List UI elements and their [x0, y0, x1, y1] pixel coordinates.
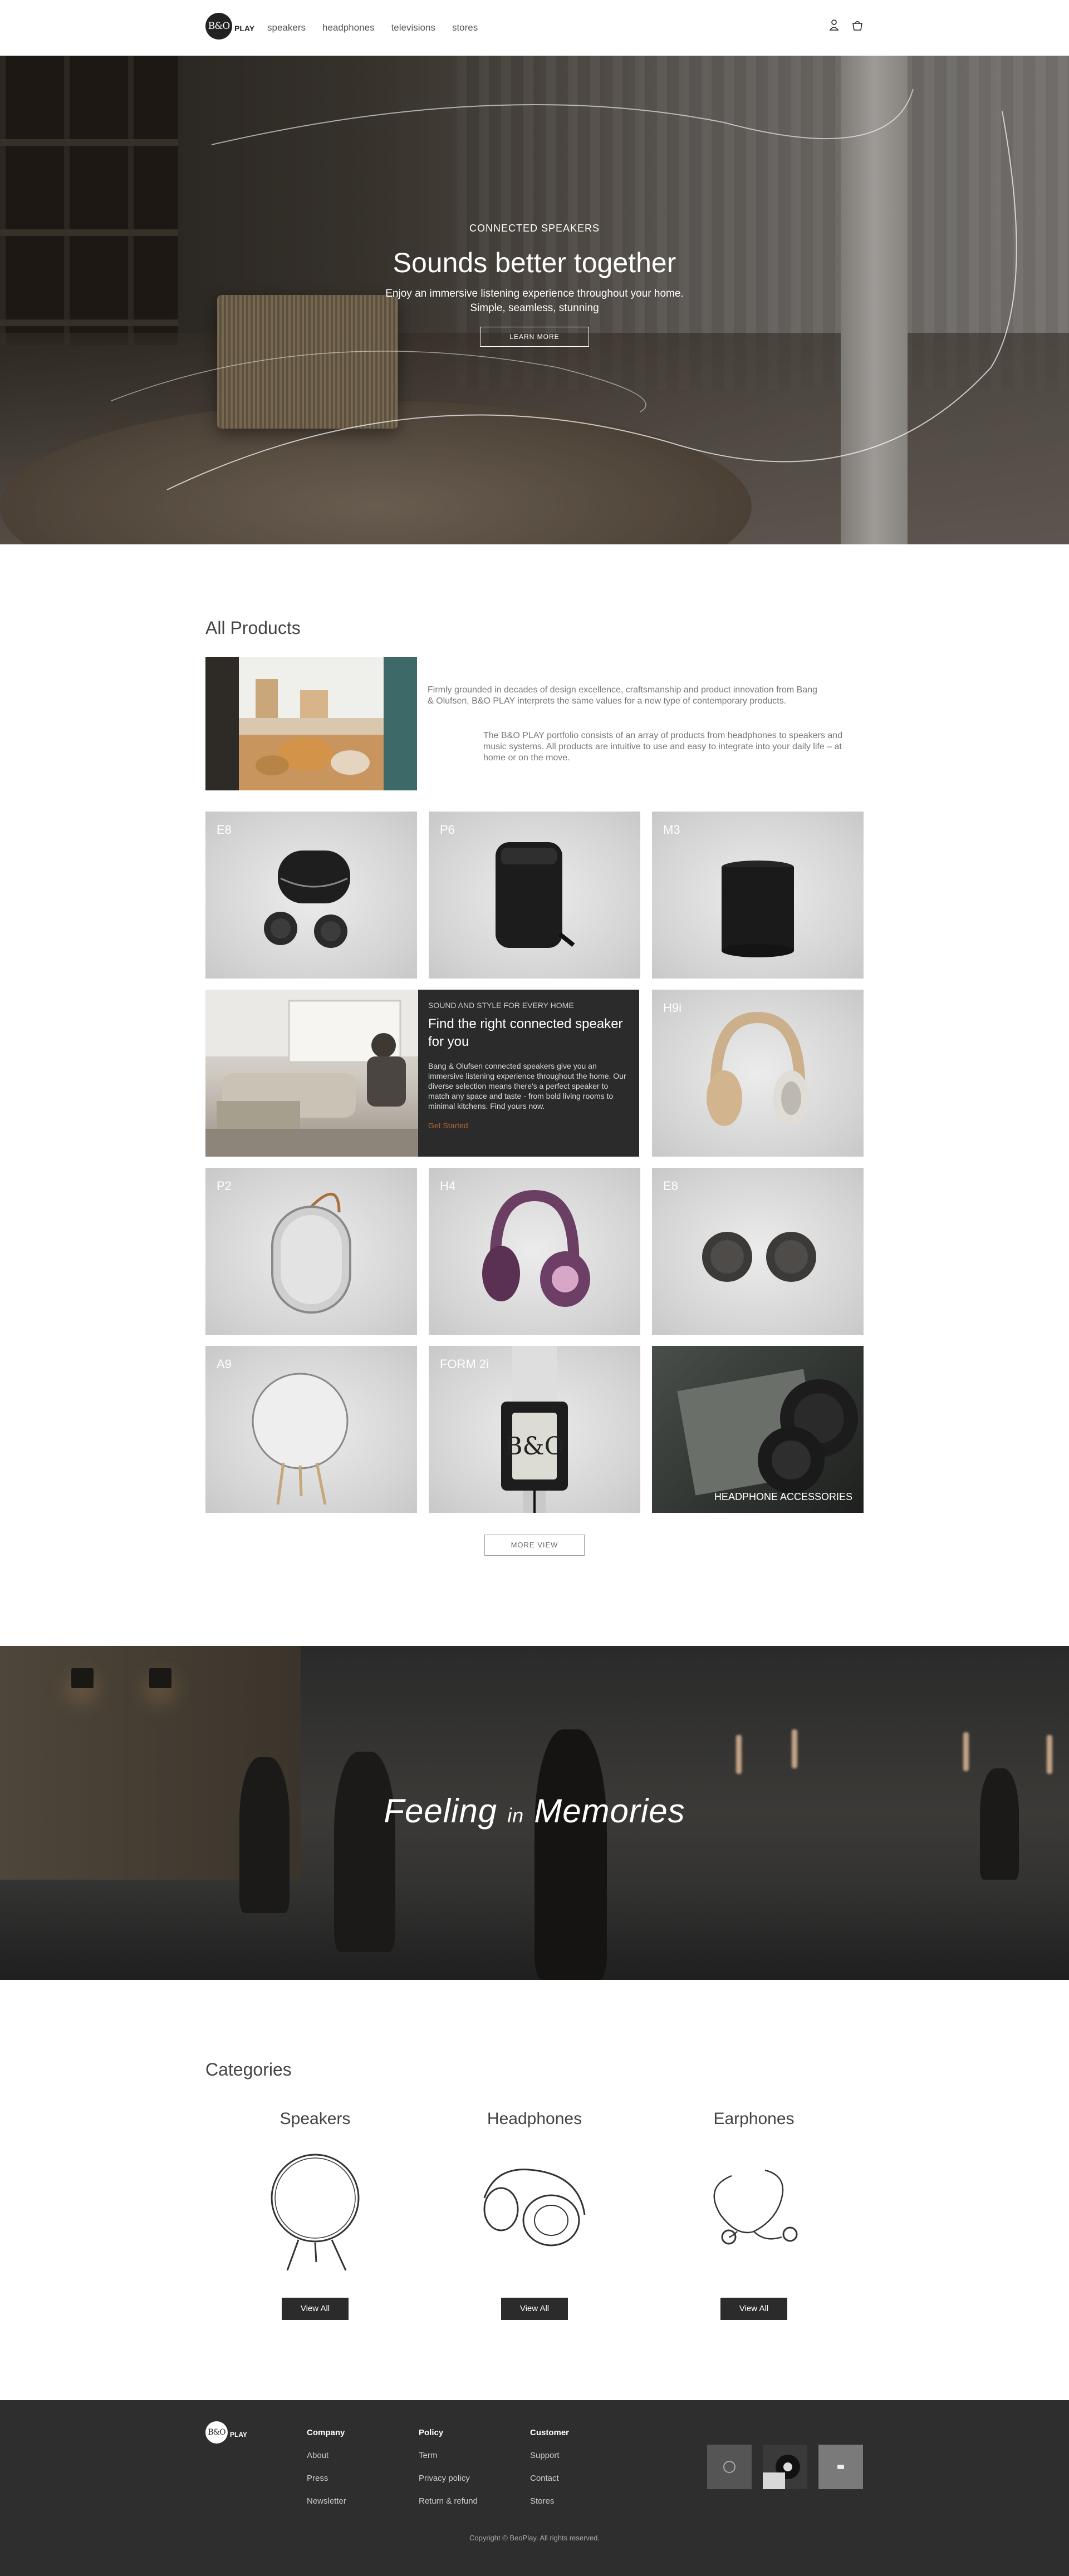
footer-heading: Company [307, 2428, 345, 2437]
speaker-outline-icon [209, 2140, 421, 2279]
category-name: Speakers [279, 2110, 351, 2128]
footer-link-press[interactable]: Press [307, 2474, 346, 2483]
feeling-banner: Feeling in Memories [0, 1646, 1069, 1980]
more-view-button[interactable]: MORE VIEW [484, 1535, 585, 1556]
hero-desc-line2: Simple, seamless, stunning [470, 302, 599, 314]
nav-stores[interactable]: stores [452, 22, 478, 33]
site-footer: B&O PLAY Company About Press Newsletter … [0, 2400, 1069, 2576]
product-name: H4 [440, 1179, 456, 1193]
category-speakers: Speakers View All [209, 2110, 421, 2320]
earphones-outline-icon [648, 2140, 860, 2279]
category-earphones: Earphones View All [648, 2110, 860, 2320]
product-name: P6 [440, 823, 455, 837]
bag-icon[interactable] [851, 19, 864, 31]
footer-thumbnail-1[interactable] [707, 2445, 752, 2489]
user-icon[interactable] [829, 19, 839, 31]
product-name: E8 [663, 1179, 678, 1193]
footer-link-privacy[interactable]: Privacy policy [419, 2474, 478, 2483]
footer-link-about[interactable]: About [307, 2451, 346, 2460]
banner-word-3: Memories [534, 1792, 685, 1830]
product-tile-e8-charcoal[interactable]: E8 [652, 1168, 864, 1335]
footer-heading: Policy [419, 2428, 444, 2437]
feature-body: Bang & Olufsen connected speakers give y… [428, 1061, 626, 1110]
copyright-text: Copyright © BeoPlay. All rights reserved… [469, 2534, 600, 2542]
footer-col-customer: Customer Support Contact Stores [530, 2428, 569, 2506]
footer-thumbnail-3[interactable] [818, 2445, 863, 2489]
category-headphones: Headphones View All [429, 2110, 640, 2320]
footer-col-policy: Policy Term Privacy policy Return & refu… [419, 2428, 478, 2506]
product-tile-form-2i[interactable]: B&O FORM 2i [429, 1346, 640, 1513]
get-started-link[interactable]: Get Started [428, 1121, 629, 1130]
product-tile-m3[interactable]: M3 [652, 812, 864, 979]
hero-content: CONNECTED SPEAKERS Sounds better togethe… [0, 223, 1069, 347]
product-name: A9 [217, 1357, 232, 1371]
footer-link-stores[interactable]: Stores [530, 2496, 569, 2506]
hero-eyebrow: CONNECTED SPEAKERS [469, 223, 600, 234]
accessory-label: HEADPHONE ACCESSORIES [714, 1491, 852, 1502]
footer-col-company: Company About Press Newsletter [307, 2428, 346, 2506]
headphone-accessories-tile[interactable]: HEADPHONE ACCESSORIES [652, 1346, 864, 1513]
view-all-speakers-button[interactable]: View All [282, 2298, 349, 2320]
footer-logo-text: PLAY [230, 2431, 247, 2439]
store-image [205, 657, 417, 790]
view-all-headphones-button[interactable]: View All [501, 2298, 568, 2320]
footer-heading: Customer [530, 2428, 570, 2437]
hero-description: Enjoy an immersive listening experience … [0, 287, 1069, 316]
banner-word-1: Feeling [384, 1792, 498, 1830]
feature-card: SOUND AND STYLE FOR EVERY HOME Find the … [418, 990, 639, 1157]
product-name: FORM 2i [440, 1357, 489, 1371]
hero-title: Sounds better together [393, 247, 676, 278]
product-tile-h4[interactable]: H4 [429, 1168, 640, 1335]
footer-link-support[interactable]: Support [530, 2451, 569, 2460]
main-nav: speakers headphones televisions stores [267, 22, 478, 33]
footer-link-newsletter[interactable]: Newsletter [307, 2496, 346, 2506]
site-header: B&O PLAY speakers headphones televisions… [0, 0, 1069, 56]
footer-link-contact[interactable]: Contact [530, 2474, 569, 2483]
product-name: M3 [663, 823, 680, 837]
brand-logo[interactable]: B&O PLAY [205, 13, 254, 40]
categories-title: Categories [205, 2059, 292, 2080]
product-tile-e8[interactable]: E8 [205, 812, 417, 979]
nav-televisions[interactable]: televisions [391, 22, 435, 33]
view-all-earphones-button[interactable]: View All [720, 2298, 787, 2320]
nav-speakers[interactable]: speakers [267, 22, 306, 33]
product-name: E8 [217, 823, 232, 837]
footer-thumbnail-2[interactable] [763, 2445, 807, 2489]
logo-mark: B&O [205, 13, 232, 40]
header-icons [829, 19, 864, 31]
footer-logo[interactable]: B&O PLAY [205, 2421, 247, 2444]
footer-logo-mark: B&O [205, 2421, 228, 2444]
product-name: P2 [217, 1179, 232, 1193]
svg-text:B&O: B&O [504, 1432, 565, 1461]
banner-word-2: in [507, 1804, 524, 1827]
feature-eyebrow: SOUND AND STYLE FOR EVERY HOME [428, 1001, 574, 1010]
footer-link-term[interactable]: Term [419, 2451, 478, 2460]
product-name: H9i [663, 1001, 682, 1015]
product-tile-p2[interactable]: P2 [205, 1168, 417, 1335]
banner-headline: Feeling in Memories [0, 1792, 1069, 1830]
product-tile-h9i[interactable]: H9i [652, 990, 864, 1157]
feature-living-room-image [205, 990, 418, 1157]
category-name: Earphones [713, 2110, 795, 2128]
hero-desc-line1: Enjoy an immersive listening experience … [385, 288, 684, 299]
product-tile-p6[interactable]: P6 [429, 812, 640, 979]
category-name: Headphones [487, 2110, 582, 2128]
learn-more-button[interactable]: LEARN MORE [480, 327, 589, 347]
product-tile-a9[interactable]: A9 [205, 1346, 417, 1513]
feature-title: Find the right connected speaker for you [428, 1016, 623, 1049]
intro-paragraph-1: Firmly grounded in decades of design exc… [428, 685, 817, 706]
footer-link-refund[interactable]: Return & refund [419, 2496, 478, 2506]
nav-headphones[interactable]: headphones [322, 22, 375, 33]
headphones-outline-icon [429, 2140, 640, 2279]
hero-banner: CONNECTED SPEAKERS Sounds better togethe… [0, 56, 1069, 544]
intro-paragraph-2: The B&O PLAY portfolio consists of an ar… [483, 731, 843, 763]
logo-text: PLAY [234, 24, 255, 33]
all-products-title: All Products [205, 618, 301, 638]
